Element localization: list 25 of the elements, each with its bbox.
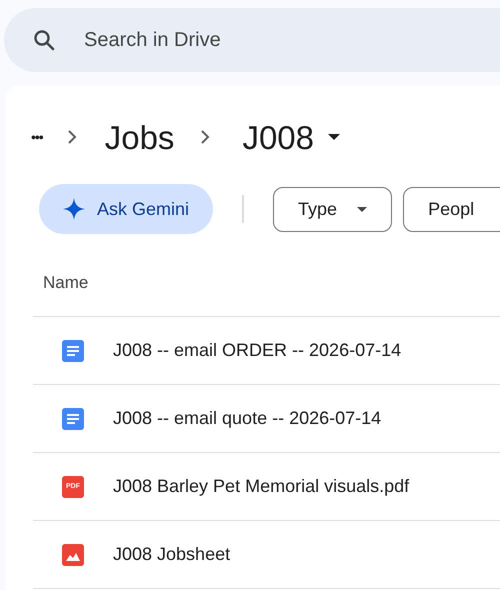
file-row[interactable]: J008 Jobsheet [33, 521, 500, 589]
file-row[interactable]: J008 -- email ORDER -- 2026-07-14 [33, 317, 500, 385]
document-icon [62, 340, 84, 362]
filter-chip[interactable]: Peopl [403, 186, 500, 232]
column-header[interactable]: Name [43, 270, 88, 296]
filter-chip[interactable]: Type [273, 186, 392, 232]
chevron-icon [66, 130, 77, 144]
caret-icon [328, 134, 340, 140]
file-name: J008 -- email ORDER -- 2026-07-14 [113, 339, 402, 362]
search-bar[interactable]: Search in Drive [4, 8, 500, 72]
more-button[interactable]: ••• [31, 126, 43, 148]
chevron-icon [200, 130, 210, 144]
sparkle-icon [63, 198, 85, 220]
file-name: J008 Jobsheet [113, 543, 230, 566]
file-name: J008 Barley Pet Memorial visuals.pdf [113, 475, 410, 498]
file-name: J008 -- email quote -- 2026-07-14 [113, 407, 382, 430]
search-field[interactable]: Search in Drive [84, 25, 464, 55]
ask-gemini-button[interactable]: Ask Gemini [39, 184, 214, 234]
breadcrumb-link[interactable]: Jobs [104, 120, 174, 154]
image-icon [62, 544, 84, 566]
breadcrumb-link[interactable]: J008 [242, 120, 340, 154]
caret-icon [357, 206, 368, 212]
document-icon [62, 408, 84, 430]
search-icon [32, 28, 56, 52]
file-row[interactable]: J008 -- email quote -- 2026-07-14 [33, 385, 500, 453]
